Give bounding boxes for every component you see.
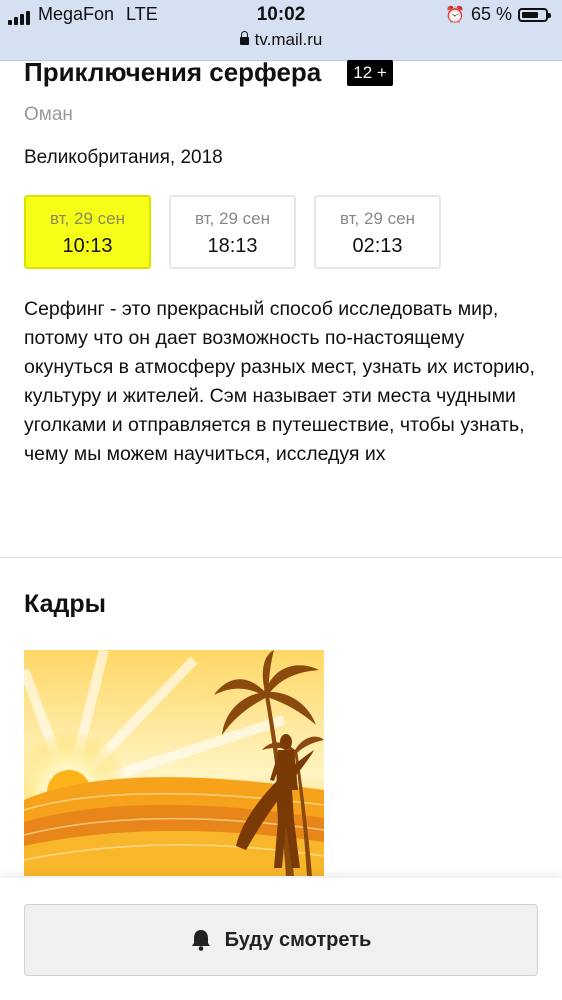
program-header: Приключения серфера 12 + (24, 57, 393, 88)
bottom-action-bar: Буду смотреть (0, 878, 562, 1000)
program-description: Серфинг - это прекрасный способ исследов… (24, 298, 535, 465)
program-country: Оман (24, 104, 73, 125)
will-watch-label: Буду смотреть (224, 928, 372, 951)
session-time: 10:13 (62, 235, 113, 257)
alarm-icon: ⏰ (445, 6, 465, 24)
frames-section-title: Кадры (24, 590, 106, 618)
age-rating-badge: 12 + (347, 59, 393, 86)
session-date: вт, 29 сен (195, 209, 270, 228)
will-watch-button[interactable]: Буду смотреть (24, 904, 538, 976)
battery-info: ⏰ 65 % (445, 4, 551, 25)
battery-icon (518, 7, 551, 22)
bell-icon (191, 929, 211, 951)
session-time: 18:13 (207, 235, 258, 257)
session-button[interactable]: вт, 29 сен 10:13 (24, 195, 151, 269)
session-list: вт, 29 сен 10:13 вт, 29 сен 18:13 вт, 29… (24, 195, 441, 269)
program-title: Приключения серфера (24, 57, 322, 87)
session-time: 02:13 (352, 235, 403, 257)
address-bar[interactable]: tv.mail.ru (0, 30, 562, 50)
battery-percent: 65 % (470, 4, 512, 24)
session-button[interactable]: вт, 29 сен 02:13 (314, 195, 441, 269)
program-production: Великобритания, 2018 (24, 147, 223, 168)
session-date: вт, 29 сен (340, 209, 415, 228)
session-button[interactable]: вт, 29 сен 18:13 (169, 195, 296, 269)
lock-icon (239, 31, 249, 45)
status-bar: MegaFon LTE 10:02 ⏰ 65 % tv.mail.ru (0, 0, 562, 61)
session-date: вт, 29 сен (50, 209, 125, 228)
frame-thumbnail[interactable] (24, 650, 324, 876)
url-text: tv.mail.ru (254, 30, 323, 49)
surfer-illustration (24, 650, 324, 876)
section-divider (0, 557, 562, 558)
